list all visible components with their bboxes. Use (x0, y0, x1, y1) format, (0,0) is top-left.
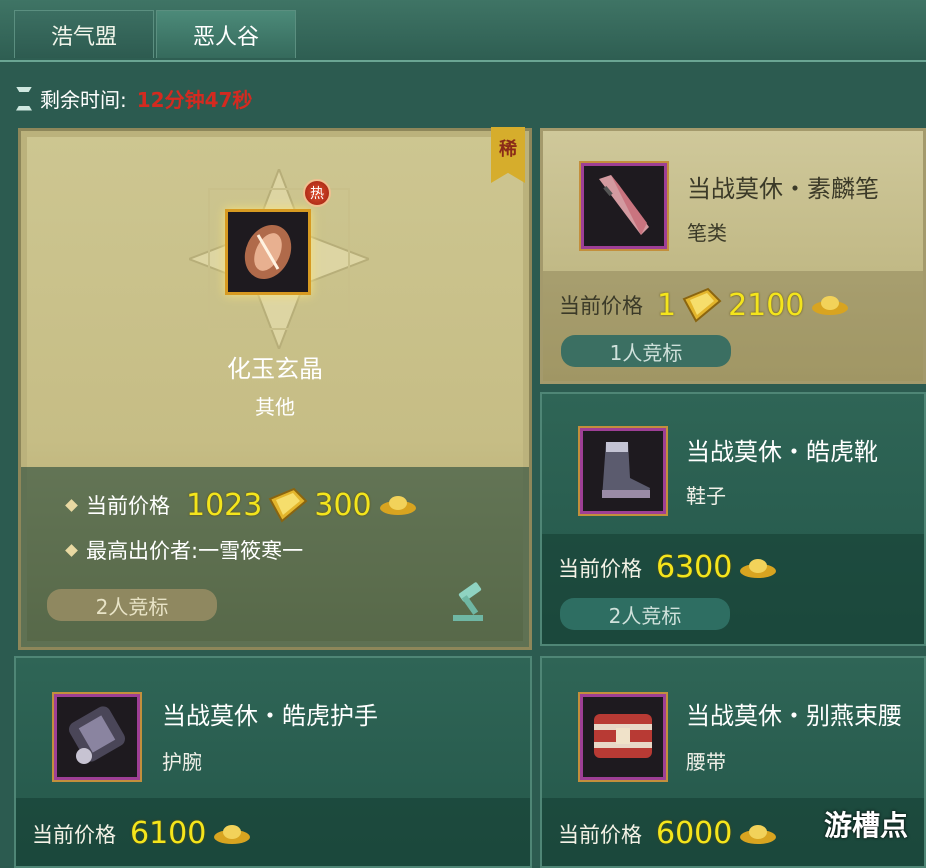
item-category: 鞋子 (686, 484, 726, 508)
top-bidder-label: 最高出价者: (86, 539, 199, 563)
brush-icon[interactable] (581, 163, 667, 249)
gold-ingot-icon (812, 296, 849, 315)
item-price-row: 当前价格 6000 (558, 816, 778, 851)
featured-item-name: 化玉玄晶 (227, 355, 323, 383)
gold-bar-icon (268, 487, 308, 523)
crystal-icon[interactable] (225, 209, 311, 295)
item-price-gold: 6100 (130, 816, 207, 851)
item-price-gold: 6000 (656, 816, 733, 851)
item-name: 当战莫休・皓虎护手 (162, 702, 378, 730)
featured-price-goldbars: 1023 (186, 487, 263, 523)
item-category: 腰带 (686, 750, 726, 774)
item-price-row: 当前价格 6100 (32, 816, 252, 851)
featured-item-category: 其他 (255, 395, 295, 419)
featured-price-row: 当前价格 1023 300 (65, 485, 418, 525)
bid-count: 2人竞标 (47, 589, 217, 621)
auction-item-card[interactable]: 当战莫休・皓虎护手 护腕 当前价格 6100 (14, 656, 532, 868)
featured-price-gold: 300 (314, 487, 372, 523)
featured-price-label: 当前价格 (86, 494, 170, 518)
item-price-gold: 2100 (728, 287, 805, 323)
belt-icon[interactable] (580, 694, 666, 780)
tab-erengu[interactable]: 恶人谷 (156, 10, 296, 58)
boot-icon[interactable] (580, 428, 666, 514)
top-bidder-row: 最高出价者: 一雪筱寒一 (65, 535, 304, 565)
item-price-label: 当前价格 (32, 822, 116, 847)
item-price-goldbars: 1 (657, 287, 677, 323)
item-price-label: 当前价格 (559, 294, 643, 318)
watermark: 游槽点 (823, 809, 908, 842)
bullet-icon (65, 543, 78, 557)
item-name: 当战莫休・皓虎靴 (686, 438, 878, 466)
gold-ingot-icon (740, 824, 777, 844)
hourglass-icon (14, 87, 34, 111)
bullet-icon (65, 498, 78, 512)
remaining-time-label: 剩余时间: (40, 88, 127, 112)
item-price-gold: 6300 (656, 550, 733, 585)
tab-haoqimeng[interactable]: 浩气盟 (14, 10, 154, 58)
item-name: 当战莫休・别燕束腰 (686, 702, 902, 730)
remaining-time: 剩余时间: 12分钟47秒 (14, 84, 252, 113)
item-name: 当战莫休・素麟笔 (687, 175, 879, 203)
remaining-time-value: 12分钟47秒 (136, 88, 253, 112)
item-category: 笔类 (687, 221, 727, 245)
bracer-icon[interactable] (54, 694, 140, 780)
item-category: 护腕 (162, 750, 202, 774)
bid-count: 2人竞标 (560, 598, 730, 630)
auction-item-card[interactable]: 当战莫休・皓虎靴 鞋子 当前价格 6300 2人竞标 (540, 392, 926, 646)
item-price-label: 当前价格 (558, 822, 642, 847)
item-price-row: 当前价格 6300 (558, 550, 778, 585)
bid-count: 1人竞标 (561, 335, 731, 367)
hot-badge: 热 (303, 179, 331, 207)
item-price-row: 当前价格 1 2100 (559, 285, 850, 325)
top-bidder-name: 一雪筱寒一 (198, 539, 304, 563)
auction-item-card[interactable]: 当战莫休・素麟笔 笔类 当前价格 1 2100 1人竞标 (540, 128, 926, 384)
featured-item-card[interactable]: 稀 热 化玉玄晶 其他 当前价格 1023 300 最高出价者: 一雪筱寒一 2… (18, 127, 532, 650)
gold-bar-icon (682, 287, 722, 323)
rare-badge: 稀 (491, 127, 525, 183)
gold-ingot-icon (740, 558, 777, 578)
gavel-icon[interactable] (449, 579, 493, 623)
item-price-label: 当前价格 (558, 556, 642, 581)
gold-ingot-icon (214, 824, 251, 844)
top-bar: 浩气盟 恶人谷 (0, 0, 926, 62)
gold-ingot-icon (379, 496, 416, 515)
